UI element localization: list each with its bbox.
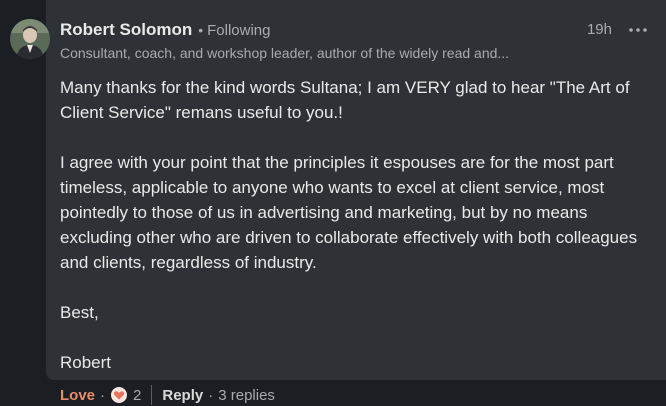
comment-paragraph: Many thanks for the kind words Sultana; …	[60, 78, 630, 122]
comment-header: Robert Solomon • Following Consultant, c…	[60, 20, 660, 61]
author-name[interactable]: Robert Solomon	[60, 20, 192, 40]
author-headline: Consultant, coach, and workshop leader, …	[60, 45, 510, 61]
comment-thread: Robert Solomon • Following Consultant, c…	[0, 0, 666, 406]
name-row: Robert Solomon • Following	[60, 20, 660, 42]
comment-actions: Love · 2 Reply · 3 replies	[60, 384, 275, 406]
comment-paragraph: I agree with your point that the princip…	[60, 153, 638, 272]
comment-paragraph: Best,	[60, 303, 99, 322]
reaction-count[interactable]: 2	[133, 387, 141, 404]
comment-paragraph: Robert	[60, 353, 112, 372]
separator-dot: ·	[100, 386, 106, 404]
more-options-button[interactable]	[627, 20, 649, 40]
author-avatar[interactable]	[10, 19, 50, 59]
replies-count-link[interactable]: 3 replies	[218, 387, 275, 404]
avatar-image	[10, 19, 50, 59]
reply-button[interactable]: Reply	[162, 387, 203, 404]
comment-body: Many thanks for the kind words Sultana; …	[60, 75, 660, 400]
heart-reaction-icon[interactable]	[110, 386, 129, 404]
more-horizontal-icon	[629, 28, 647, 32]
follow-status: Following	[207, 22, 271, 39]
comment-timestamp: 19h	[586, 21, 612, 38]
love-button[interactable]: Love	[60, 387, 95, 404]
actions-divider	[151, 385, 153, 405]
separator-dot: ·	[208, 386, 214, 404]
separator-dot: •	[198, 22, 204, 38]
